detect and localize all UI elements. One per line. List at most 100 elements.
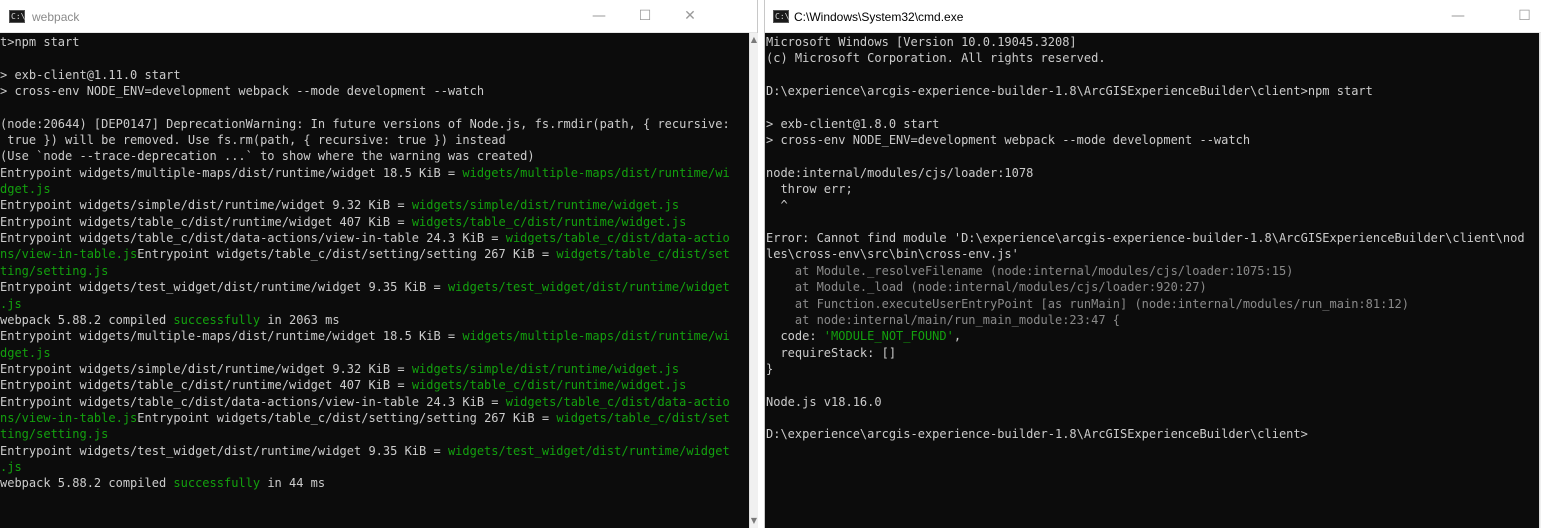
terminal-line: Entrypoint widgets/table_c/dist/data-act… <box>0 230 749 246</box>
terminal-text: D:\experience\arcgis-experience-builder-… <box>766 427 1308 442</box>
terminal-text: .js <box>0 459 22 474</box>
terminal-text: Entrypoint widgets/test_widget/dist/runt… <box>0 443 448 458</box>
terminal-text: in 2063 ms <box>260 312 340 327</box>
terminal-text: Entrypoint widgets/table_c/dist/data-act… <box>0 231 506 246</box>
terminal-text: Entrypoint widgets/table_c/dist/runtime/… <box>0 214 412 229</box>
terminal-text: widgets/test_widget/dist/runtime/widget <box>447 443 730 458</box>
terminal-line: ting/setting.js <box>0 426 749 442</box>
terminal-text: ns/view-in-table.js <box>0 410 138 425</box>
terminal-text: (node:20644) [DEP0147] DeprecationWarnin… <box>0 116 730 131</box>
terminal-line: webpack 5.88.2 compiled successfully in … <box>0 312 749 328</box>
terminal-text: Entrypoint widgets/test_widget/dist/runt… <box>0 280 448 295</box>
terminal-line: } <box>766 361 1539 377</box>
terminal-text: node:internal/modules/cjs/loader:1078 <box>766 165 1034 180</box>
terminal-text: t>npm start <box>0 35 80 49</box>
terminal-text: les\cross-env\src\bin\cross-env.js' <box>766 247 1019 262</box>
vertical-scrollbar[interactable]: ▲ ▼ <box>749 33 758 528</box>
minimize-icon: — <box>592 8 606 24</box>
terminal-line: Entrypoint widgets/simple/dist/runtime/w… <box>0 197 749 213</box>
terminal-text: widgets/table_c/dist/runtime/widget.js <box>411 214 687 229</box>
terminal-text: requireStack: [] <box>766 345 897 360</box>
minimize-button[interactable]: — <box>576 0 622 32</box>
terminal-text: ting/setting.js <box>0 427 109 442</box>
terminal-text: Entrypoint widgets/table_c/dist/setting/… <box>137 247 557 262</box>
terminal-text: Error: Cannot find module 'D:\experience… <box>766 231 1525 246</box>
terminal-line: ^ <box>766 197 1539 213</box>
terminal-text: at node:internal/main/run_main_module:23… <box>766 312 1121 327</box>
terminal-text: (Use `node --trace-deprecation ...` to s… <box>0 149 535 164</box>
terminal-line: Entrypoint widgets/simple/dist/runtime/w… <box>0 361 749 377</box>
terminal-text: widgets/table_c/dist/set <box>556 247 730 262</box>
terminal-line: Node.js v18.16.0 <box>766 394 1539 410</box>
scroll-down-arrow-icon[interactable]: ▼ <box>750 516 758 526</box>
maximize-icon: ☐ <box>1518 8 1531 24</box>
terminal-line: D:\experience\arcgis-experience-builder-… <box>766 426 1539 442</box>
terminal-text: (c) Microsoft Corporation. All rights re… <box>766 51 1106 66</box>
title-bar[interactable]: C:\ C:\Windows\System32\cmd.exe — ☐ <box>765 0 1541 33</box>
terminal-line: ns/view-in-table.jsEntrypoint widgets/ta… <box>0 410 749 426</box>
terminal-text: > cross-env NODE_ENV=development webpack… <box>766 133 1251 148</box>
terminal-line: at Module._load (node:internal/modules/c… <box>766 279 1539 295</box>
terminal-text: > exb-client@1.11.0 start <box>0 67 181 82</box>
terminal-line: Entrypoint widgets/test_widget/dist/runt… <box>0 279 749 295</box>
terminal-text: Microsoft Windows [Version 10.0.19045.32… <box>766 35 1077 49</box>
terminal-line: > cross-env NODE_ENV=development webpack… <box>766 132 1539 148</box>
maximize-icon: ☐ <box>638 8 652 24</box>
terminal-text: widgets/table_c/dist/data-actio <box>505 394 730 409</box>
terminal-text: at Module._resolveFilename (node:interna… <box>766 263 1294 278</box>
terminal-line: Entrypoint widgets/multiple-maps/dist/ru… <box>0 328 749 344</box>
terminal-text: > exb-client@1.8.0 start <box>766 116 940 131</box>
maximize-button[interactable]: ☐ <box>1507 0 1541 32</box>
terminal-line: true }) will be removed. Use fs.rm(path,… <box>0 132 749 148</box>
terminal-line: at node:internal/main/run_main_module:23… <box>766 312 1539 328</box>
terminal-line: Entrypoint widgets/table_c/dist/runtime/… <box>0 214 749 230</box>
terminal-text: } <box>766 361 774 376</box>
scroll-up-arrow-icon[interactable]: ▲ <box>750 35 758 45</box>
terminal-line: Microsoft Windows [Version 10.0.19045.32… <box>766 34 1539 50</box>
terminal-text: Entrypoint widgets/simple/dist/runtime/w… <box>0 198 412 213</box>
terminal-line: .js <box>0 296 749 312</box>
terminal-line: Error: Cannot find module 'D:\experience… <box>766 230 1539 246</box>
minimize-button[interactable]: — <box>1435 0 1481 32</box>
terminal-text: widgets/table_c/dist/runtime/widget.js <box>411 378 687 393</box>
terminal-text: Entrypoint widgets/multiple-maps/dist/ru… <box>0 329 463 344</box>
terminal-text: at Module._load (node:internal/modules/c… <box>766 280 1207 295</box>
terminal-line: (Use `node --trace-deprecation ...` to s… <box>0 148 749 164</box>
terminal-line: (node:20644) [DEP0147] DeprecationWarnin… <box>0 116 749 132</box>
terminal-text: > cross-env NODE_ENV=development webpack… <box>0 84 485 99</box>
terminal-text: Entrypoint widgets/table_c/dist/runtime/… <box>0 378 412 393</box>
terminal-text: .js <box>0 296 22 311</box>
terminal-text: Entrypoint widgets/table_c/dist/setting/… <box>137 410 557 425</box>
terminal-text: widgets/test_widget/dist/runtime/widget <box>447 280 730 295</box>
terminal-text: , <box>953 329 962 344</box>
terminal-line: .js <box>0 459 749 475</box>
terminal-line: les\cross-env\src\bin\cross-env.js' <box>766 246 1539 262</box>
terminal-line: Entrypoint widgets/table_c/dist/runtime/… <box>0 377 749 393</box>
webpack-window[interactable]: C:\ webpack — ☐ ✕ t>npm start > exb-clien… <box>0 0 758 528</box>
terminal-text: successfully <box>173 312 261 327</box>
terminal-line: code: 'MODULE_NOT_FOUND', <box>766 328 1539 344</box>
terminal-line: requireStack: [] <box>766 345 1539 361</box>
terminal-line: > exb-client@1.8.0 start <box>766 116 1539 132</box>
terminal-text: D:\experience\arcgis-experience-builder-… <box>766 84 1373 99</box>
terminal-text: at Function.executeUserEntryPoint [as ru… <box>766 296 1409 311</box>
terminal-text: Entrypoint widgets/multiple-maps/dist/ru… <box>0 165 463 180</box>
cmd-window[interactable]: C:\ C:\Windows\System32\cmd.exe — ☐ Micr… <box>764 0 1541 528</box>
terminal-output[interactable]: Microsoft Windows [Version 10.0.19045.32… <box>765 33 1539 528</box>
window-title: webpack <box>32 10 80 24</box>
close-button[interactable]: ✕ <box>667 0 713 32</box>
terminal-line: Entrypoint widgets/test_widget/dist/runt… <box>0 443 749 459</box>
title-bar[interactable]: C:\ webpack — ☐ ✕ <box>0 0 757 33</box>
terminal-line: t>npm start <box>0 34 749 50</box>
terminal-text: Entrypoint widgets/table_c/dist/data-act… <box>0 394 506 409</box>
terminal-text: throw err; <box>766 182 853 197</box>
terminal-output[interactable]: t>npm start > exb-client@1.11.0 start > cr… <box>0 33 749 528</box>
terminal-line: at Function.executeUserEntryPoint [as ru… <box>766 296 1539 312</box>
maximize-button[interactable]: ☐ <box>622 0 668 32</box>
